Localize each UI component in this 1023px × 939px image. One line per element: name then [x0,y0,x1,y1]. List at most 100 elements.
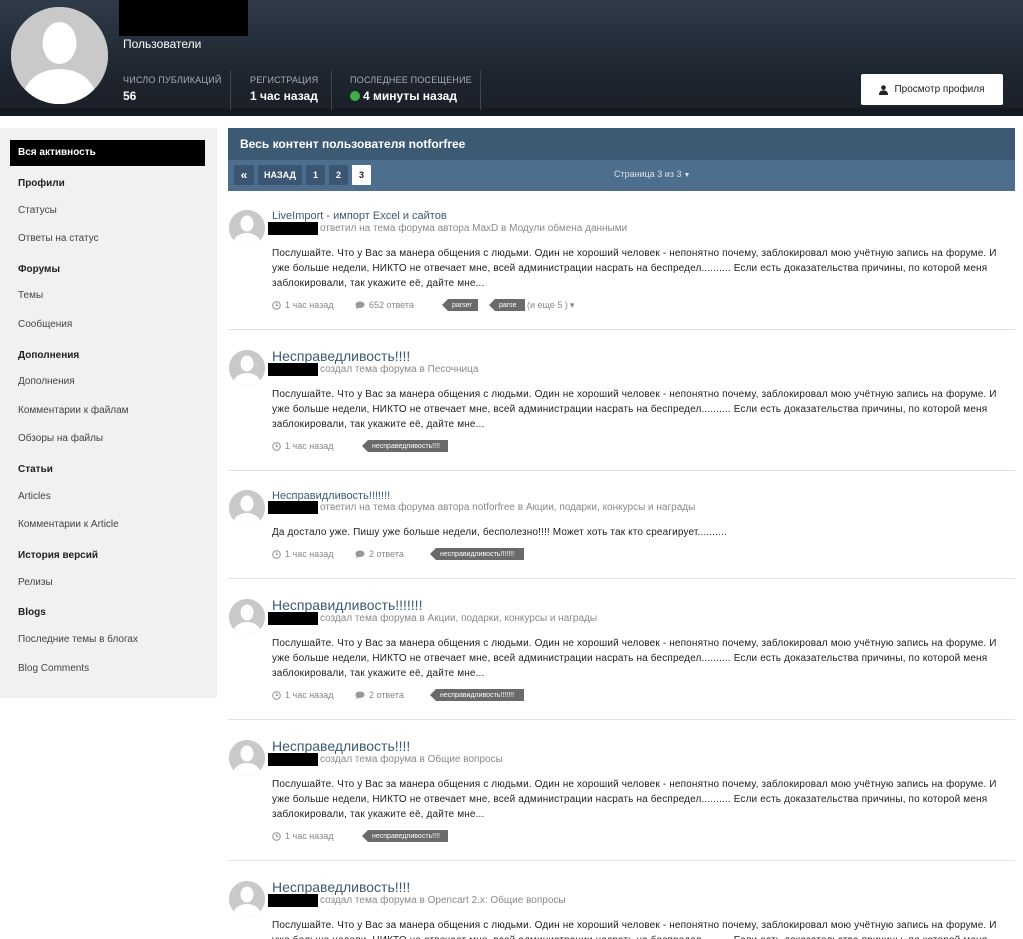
activity-item: LiveImport - импорт Excel и сайтов ответи… [228,210,1015,329]
sidebar-item-blog-comments[interactable]: Blog Comments [18,663,89,674]
activity-snippet: Послушайте. Что у Вас за манера общения … [272,248,997,289]
author-avatar[interactable] [229,350,265,386]
sidebar-item-releases[interactable]: Релизы [18,577,53,588]
activity-item: Несправидливость!!!!!!! ответил на тема ф… [228,490,1015,578]
activity-time: 1 час назад [272,547,333,561]
user-silhouette-icon [229,740,265,776]
activity-meta: создал тема форума в Общие вопросы [268,753,503,766]
author-avatar[interactable] [229,881,265,917]
item-divider [228,860,1015,861]
activity-time: 1 час назад [272,439,333,453]
user-silhouette-icon [229,350,265,386]
comment-icon [355,691,365,699]
page-3-button[interactable]: 3 [352,165,371,185]
sidebar-heading-version-history: История версий [18,550,99,561]
stat-joined: Регистрация 1 час назад [250,75,318,103]
header-bottom-strip [0,108,1023,116]
activity-meta-text: создал тема форума в Акции, подарки, кон… [320,613,598,624]
sidebar-heading-profiles: Профили [18,178,65,189]
stat-value: 4 минуты назад [350,89,472,103]
activity-meta: ответил на тема форума автора notforfree… [268,501,695,514]
page-1-button[interactable]: 1 [306,165,325,185]
user-silhouette-icon [11,7,108,104]
sidebar-item-topics[interactable]: Темы [18,290,43,301]
activity-title-link[interactable]: Несправедливость!!!! [272,738,410,754]
author-name-redacted [268,894,318,907]
more-tags-text: (и еще 5 ) [527,300,568,310]
reply-count-text: 652 ответа [369,300,414,310]
clock-icon [272,300,281,310]
activity-footer: 1 час назад 2 ответа несправидливость!!!!!… [272,547,972,561]
activity-time-text: 1 час назад [285,441,334,451]
prev-page-button[interactable]: НАЗАД [258,165,302,185]
activity-footer: 1 час назад 652 ответа parser parse (и еще 5… [272,298,972,312]
author-name-redacted [268,363,318,376]
comment-icon [355,550,365,558]
tag-chip[interactable]: parser [442,299,478,311]
user-silhouette-icon [229,881,265,917]
activity-time: 1 час назад [272,688,333,702]
activity-time-text: 1 час назад [285,831,334,841]
activity-snippet: Послушайте. Что у Вас за манера общения … [272,920,997,939]
view-profile-button[interactable]: Просмотр профиля [861,74,1003,105]
user-icon [879,84,889,95]
author-name-redacted [268,612,318,625]
author-avatar[interactable] [229,490,265,526]
sidebar-item-addons[interactable]: Дополнения [18,376,75,387]
first-page-button[interactable]: « [234,165,254,185]
sidebar-item-statuses[interactable]: Статусы [18,205,57,216]
reply-count: 652 ответа [355,298,414,312]
tag-chip[interactable]: parse [489,299,525,311]
tag-chip[interactable]: несправедливость!!!! [362,830,448,842]
reply-count: 2 ответа [355,688,404,702]
sidebar-item-article-comments[interactable]: Комментарии к Article [18,519,119,530]
tag-chip[interactable]: несправидливость!!!!!!! [430,548,524,560]
author-avatar[interactable] [229,740,265,776]
sidebar-heading-blogs: Blogs [18,607,46,618]
last-visit-text: 4 минуты назад [363,89,457,103]
reply-count: 2 ответа [355,547,404,561]
page-2-button[interactable]: 2 [329,165,348,185]
activity-meta-text: ответил на тема форума автора MaxD в Мод… [320,223,628,234]
view-profile-label: Просмотр профиля [894,84,985,95]
member-group: Пользователи [123,37,202,51]
sidebar-item-articles[interactable]: Articles [18,491,51,502]
clock-icon [272,831,281,841]
sidebar-item-status-replies[interactable]: Ответы на статус [18,233,99,244]
tag-chip[interactable]: несправидливость!!!!!!! [430,689,524,701]
profile-avatar[interactable] [11,7,108,104]
stat-posts: Число публикаций 56 [123,75,222,103]
activity-item: Несправедливость!!!! создал тема форума в… [228,348,1015,470]
activity-title-link[interactable]: Несправедливость!!!! [272,879,410,895]
activity-meta-text: создал тема форума в Песочница [320,364,479,375]
author-avatar[interactable] [229,210,265,246]
sidebar-item-blog-entries[interactable]: Последние темы в блогах [18,634,138,645]
activity-meta-text: создал тема форума в Opencart 2.x: Общие… [320,895,566,906]
sidebar-item-file-comments[interactable]: Комментарии к файлам [18,405,129,416]
activity-title-link[interactable]: Несправедливость!!!! [272,348,410,364]
stat-last-visit: Последнее посещение 4 минуты назад [350,75,472,103]
stat-label: Число публикаций [123,75,222,85]
activity-footer: 1 час назад 2 ответа несправидливость!!!!!… [272,688,972,702]
clock-icon [272,690,281,700]
tag-chip[interactable]: несправедливость!!!! [362,440,448,452]
online-status-icon [350,91,360,101]
stat-label: Последнее посещение [350,75,472,85]
activity-sidebar: Вся активность Профили Статусы Ответы на… [0,128,217,698]
caret-down-icon: ▾ [569,299,575,310]
activity-meta: создал тема форума в Opencart 2.x: Общие… [268,894,566,907]
author-name-redacted [268,753,318,766]
sidebar-item-posts[interactable]: Сообщения [18,319,72,330]
activity-footer: 1 час назад несправедливость!!!! [272,829,972,843]
sidebar-item-all-activity[interactable]: Вся активность [10,140,205,166]
sidebar-item-file-reviews[interactable]: Обзоры на файлы [18,433,103,444]
more-tags-toggle[interactable]: (и еще 5 ) ▾ [527,298,574,312]
user-silhouette-icon [229,599,265,635]
activity-title-link[interactable]: Несправидливость!!!!!!! [272,597,422,613]
activity-meta: создал тема форума в Акции, подарки, кон… [268,612,597,625]
activity-meta: создал тема форума в Песочница [268,363,478,376]
activity-title-link[interactable]: LiveImport - импорт Excel и сайтов [272,210,447,222]
item-divider [228,719,1015,720]
author-avatar[interactable] [229,599,265,635]
page-jump-dropdown[interactable]: Страница 3 из 3 ▼ [614,169,690,179]
